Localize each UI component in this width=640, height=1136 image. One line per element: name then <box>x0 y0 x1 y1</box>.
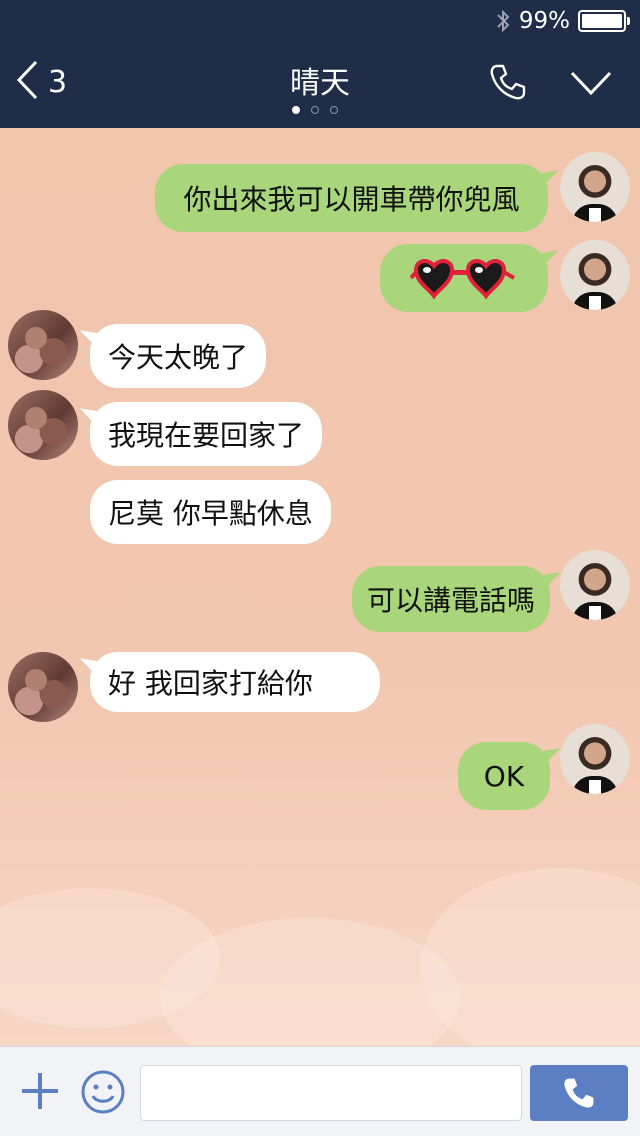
battery-percent: 99% <box>518 8 570 34</box>
chat-title: 晴天 <box>290 66 350 101</box>
bluetooth-icon <box>495 8 511 34</box>
message-bubble[interactable]: 尼莫 你早點休息 <box>90 480 331 544</box>
call-button[interactable] <box>488 62 528 106</box>
avatar[interactable] <box>560 240 630 310</box>
message-incoming: 我現在要回家了 <box>0 390 640 470</box>
message-bubble[interactable]: 好 我回家打給你 <box>90 652 380 712</box>
menu-button[interactable] <box>570 70 612 100</box>
avatar[interactable] <box>8 652 78 722</box>
message-bubble[interactable]: 你出來我可以開車帶你兜風 <box>155 164 548 232</box>
back-chevron-icon <box>16 60 38 104</box>
unread-count: 3 <box>48 64 68 100</box>
message-outgoing: 可以講電話嗎 <box>0 550 640 632</box>
composer-bar <box>0 1046 640 1136</box>
message-input[interactable] <box>140 1065 522 1121</box>
attach-button[interactable] <box>20 1071 60 1115</box>
back-button[interactable]: 3 <box>16 60 67 104</box>
message-incoming: 好 我回家打給你 <box>0 652 640 732</box>
message-bubble[interactable]: OK <box>458 742 550 810</box>
heart-sunglasses-icon <box>410 259 516 300</box>
message-text: 可以講電話嗎 <box>366 584 535 617</box>
message-bubble[interactable] <box>380 244 548 312</box>
message-text: 你出來我可以開車帶你兜風 <box>183 183 520 216</box>
message-outgoing: 你出來我可以開車帶你兜風 <box>0 152 640 232</box>
message-text: OK <box>483 759 525 793</box>
message-bubble[interactable]: 我現在要回家了 <box>90 402 323 466</box>
message-text: 我現在要回家了 <box>108 419 305 452</box>
avatar[interactable] <box>8 390 78 460</box>
message-text: 好 我回家打給你 <box>108 667 313 700</box>
message-bubble[interactable]: 可以講電話嗎 <box>352 566 550 632</box>
page-dot <box>292 106 300 114</box>
avatar[interactable] <box>8 310 78 380</box>
phone-icon <box>490 64 526 100</box>
page-dot <box>330 106 338 114</box>
call-action-button[interactable] <box>530 1065 628 1121</box>
avatar[interactable] <box>560 724 630 794</box>
message-bubble[interactable]: 今天太晚了 <box>90 324 267 388</box>
message-outgoing <box>0 238 640 318</box>
emoji-button[interactable] <box>80 1069 126 1119</box>
message-text: 今天太晚了 <box>108 341 249 374</box>
page-dot <box>311 106 319 114</box>
chevron-down-icon <box>570 71 612 96</box>
message-outgoing: OK <box>0 724 640 814</box>
chat-header: 99% 3 晴天 <box>0 0 640 128</box>
battery-icon <box>578 10 630 32</box>
background-cloud <box>420 868 640 1048</box>
page-indicator <box>292 106 338 114</box>
message-text: 尼莫 你早點休息 <box>108 497 313 530</box>
message-incoming: 尼莫 你早點休息 <box>0 480 640 546</box>
battery-fill <box>582 14 622 28</box>
smiley-icon <box>81 1070 125 1114</box>
phone-icon <box>564 1078 594 1108</box>
plus-icon <box>22 1073 58 1109</box>
avatar[interactable] <box>560 152 630 222</box>
message-incoming: 今天太晚了 <box>0 310 640 390</box>
status-bar: 99% <box>495 6 630 36</box>
avatar[interactable] <box>560 550 630 620</box>
chat-area[interactable]: 你出來我可以開車帶你兜風 今天太晚了 我現在要回家了 尼莫 你早點休息 可以講電… <box>0 128 640 1048</box>
